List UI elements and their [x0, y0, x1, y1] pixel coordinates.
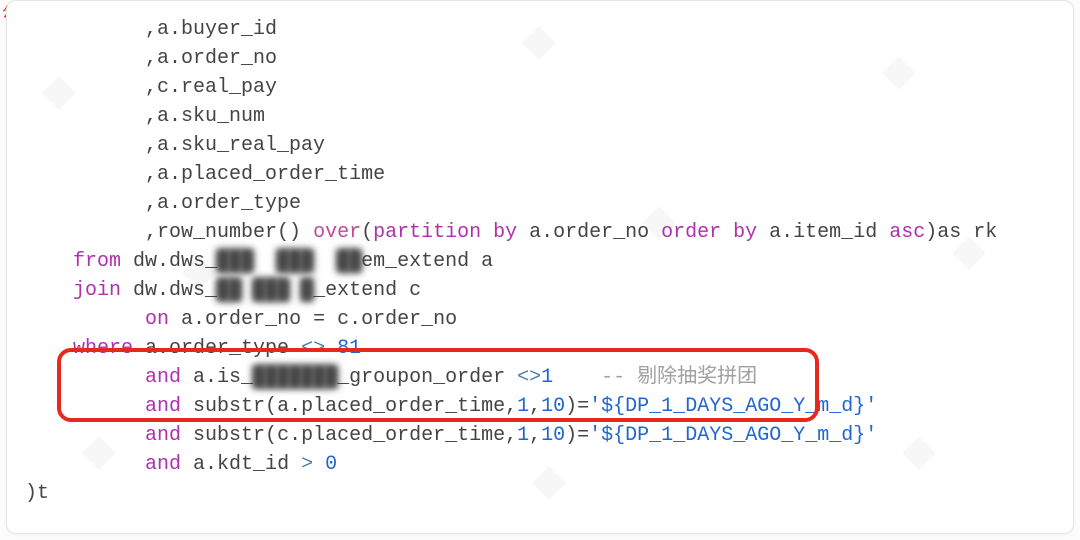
code-line: ,a.placed_order_time — [25, 163, 385, 186]
code-line: from dw.dws_███ ███ ██em_extend a — [25, 250, 493, 273]
code-line: ,a.sku_num — [25, 105, 265, 128]
code-line: and substr(c.placed_order_time,1,10)='${… — [25, 424, 877, 447]
code-line: ,a.order_type — [25, 192, 301, 215]
sql-code-block: ,a.buyer_id ,a.order_no ,c.real_pay ,a.s… — [25, 15, 1055, 508]
code-line: and a.is_███████_groupon_order <>1 -- 剔除… — [25, 366, 757, 389]
code-line: ,row_number() over(partition by a.order_… — [25, 221, 997, 244]
code-line: and substr(a.placed_order_time,1,10)='${… — [25, 395, 877, 418]
code-line: where a.order_type <> 81 — [25, 337, 361, 360]
code-line: and a.kdt_id > 0 — [25, 453, 337, 476]
code-line: join dw.dws_██ ███ █_extend c — [25, 279, 421, 302]
code-line: ,a.sku_real_pay — [25, 134, 325, 157]
code-line: )t — [25, 482, 49, 505]
code-card: ,a.buyer_id ,a.order_no ,c.real_pay ,a.s… — [6, 0, 1074, 534]
code-line: on a.order_no = c.order_no — [25, 308, 457, 331]
code-line: ,a.buyer_id — [25, 18, 277, 41]
code-line: ,c.real_pay — [25, 76, 277, 99]
code-line: ,a.order_no — [25, 47, 277, 70]
